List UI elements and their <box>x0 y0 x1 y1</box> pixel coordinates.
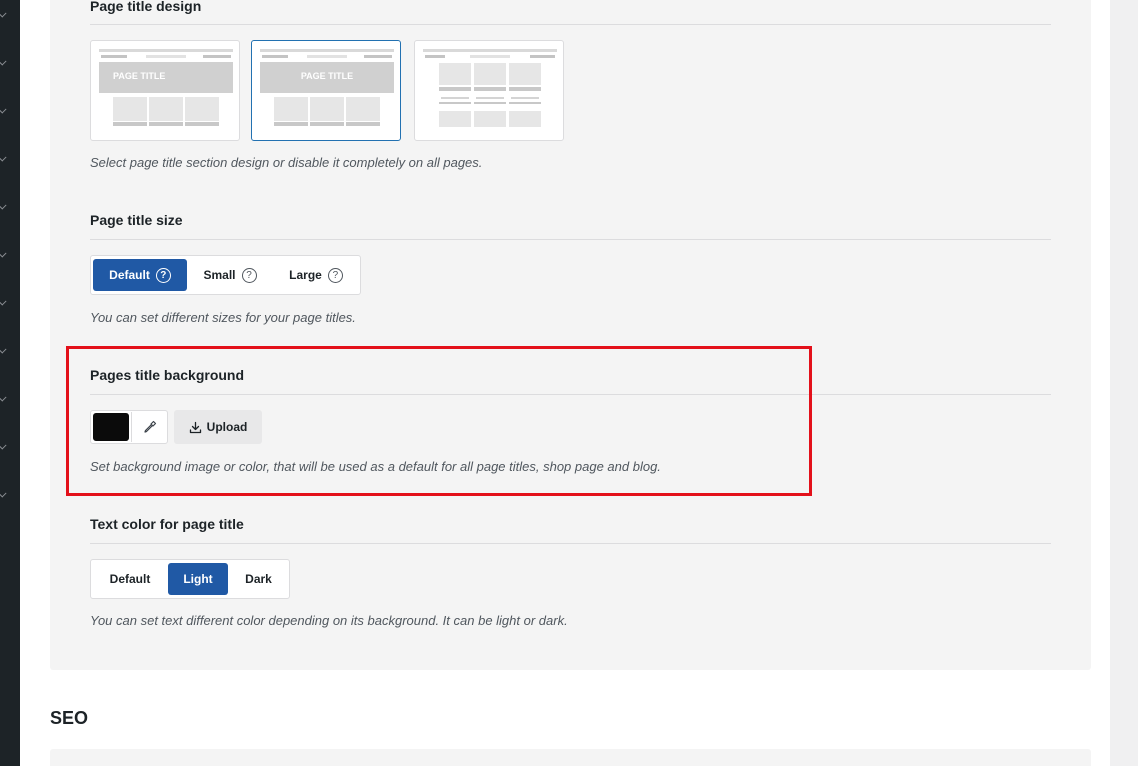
seo-settings-panel <box>50 749 1091 766</box>
size-option-small[interactable]: Small ? <box>191 259 269 291</box>
check-icon <box>0 346 7 354</box>
check-icon <box>0 442 7 450</box>
size-option-label: Large <box>289 268 322 282</box>
check-icon <box>0 58 7 66</box>
check-icon <box>0 10 7 18</box>
divider <box>90 239 1051 240</box>
design-card-label: PAGE TITLE <box>300 71 354 81</box>
page-title-design-heading: Page title design <box>90 0 202 14</box>
text-color-option-default[interactable]: Default <box>95 563 165 595</box>
text-color-description: You can set text different color dependi… <box>90 613 568 628</box>
check-icon <box>0 154 7 162</box>
check-icon <box>0 394 7 402</box>
admin-sidebar <box>0 0 20 766</box>
check-icon <box>0 106 7 114</box>
seo-heading: SEO <box>50 708 89 728</box>
page-title-design-description: Select page title section design or disa… <box>90 155 483 170</box>
highlight-box <box>66 346 812 496</box>
check-icon <box>0 298 7 306</box>
design-preview-illustration <box>99 49 233 126</box>
check-icon <box>0 202 7 210</box>
text-color-heading: Text color for page title <box>90 516 244 532</box>
check-icon <box>0 490 7 498</box>
design-option-1[interactable]: PAGE TITLE <box>90 40 240 141</box>
text-color-option-light[interactable]: Light <box>168 563 228 595</box>
design-option-disabled[interactable] <box>414 40 564 141</box>
design-option-2[interactable]: PAGE TITLE <box>251 40 401 141</box>
divider <box>90 543 1051 544</box>
right-gutter <box>1110 0 1138 766</box>
help-icon[interactable]: ? <box>327 267 343 283</box>
text-color-option-dark[interactable]: Dark <box>231 563 286 595</box>
page-title-size-description: You can set different sizes for your pag… <box>90 310 356 325</box>
size-option-large[interactable]: Large ? <box>277 259 355 291</box>
help-icon[interactable]: ? <box>241 267 257 283</box>
size-option-label: Small <box>203 268 236 282</box>
size-option-label: Default <box>109 268 150 282</box>
size-option-default[interactable]: Default ? <box>93 259 187 291</box>
divider <box>90 24 1051 25</box>
help-icon[interactable]: ? <box>155 267 171 283</box>
design-preview-illustration <box>260 49 394 126</box>
settings-content: Page title design PAGE TITLE PAGE TITLE … <box>20 0 1110 766</box>
check-icon <box>0 250 7 258</box>
page-title-size-selector: Default ? Small ? Large ? <box>90 255 361 295</box>
page-title-size-heading: Page title size <box>90 212 183 228</box>
text-color-selector: Default Light Dark <box>90 559 290 599</box>
design-card-label: PAGE TITLE <box>113 71 166 81</box>
design-preview-illustration <box>423 49 557 127</box>
